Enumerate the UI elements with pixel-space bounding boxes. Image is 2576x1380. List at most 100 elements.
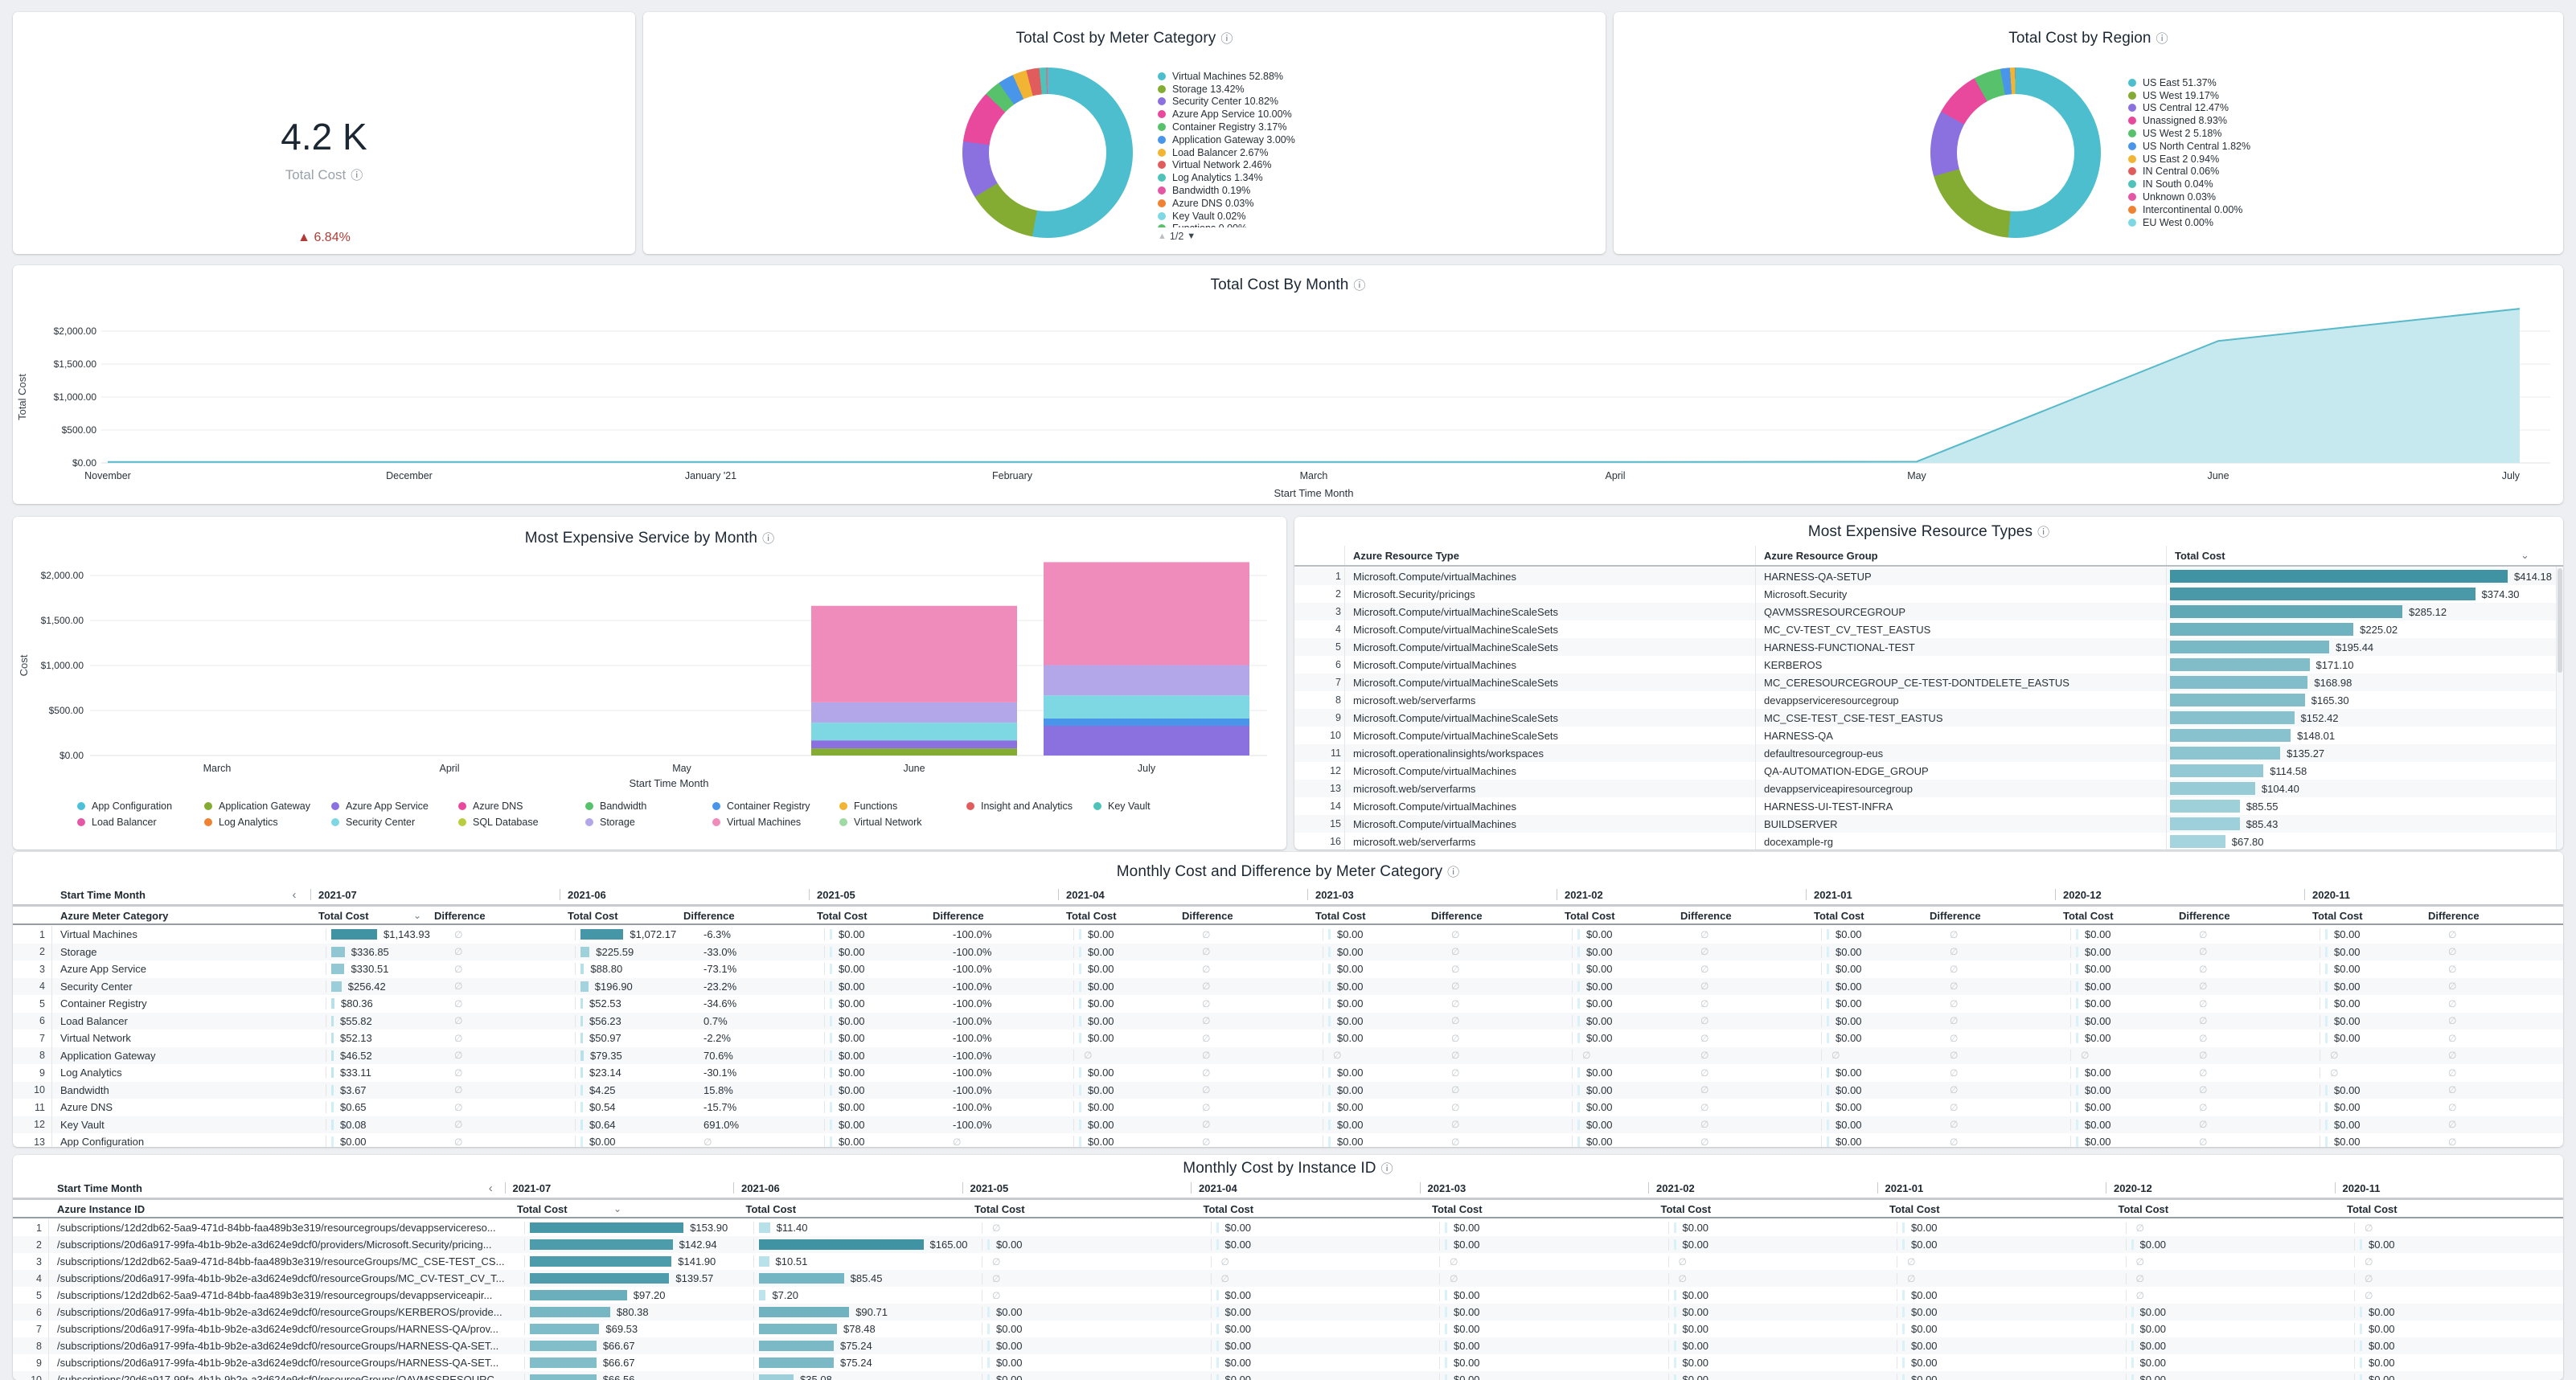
- legend-item[interactable]: Container Registry 3.17%: [1158, 121, 1295, 133]
- service-by-month-chart[interactable]: $0.00$500.00$1,000.00$1,500.00$2,000.00M…: [13, 517, 1286, 787]
- scrollbar-thumb[interactable]: [2558, 568, 2562, 673]
- legend-item[interactable]: Load Balancer 2.67%: [1158, 146, 1295, 159]
- total-cost-header[interactable]: Total Cost: [1196, 1203, 1300, 1215]
- difference-header[interactable]: Difference: [1909, 910, 1981, 922]
- service-legend-item[interactable]: Azure App Service: [331, 800, 429, 813]
- legend-item[interactable]: Azure DNS 0.03%: [1158, 197, 1295, 210]
- legend-item[interactable]: Bandwidth 0.19%: [1158, 184, 1295, 197]
- service-legend-item[interactable]: Log Analytics: [204, 816, 278, 829]
- difference-header[interactable]: Difference: [1161, 910, 1233, 922]
- total-cost-header[interactable]: Total Cost: [809, 910, 912, 922]
- total-cost-cell: $67.80: [2167, 835, 2563, 848]
- legend-page-down-icon[interactable]: ▼: [1187, 231, 1196, 241]
- service-legend-item[interactable]: Application Gateway: [204, 800, 310, 813]
- total-cost-header[interactable]: Total Cost: [1424, 1203, 1528, 1215]
- months-scroll-left-icon[interactable]: ‹: [477, 1181, 505, 1195]
- difference-header[interactable]: Difference: [1659, 910, 1732, 922]
- service-legend-item[interactable]: SQL Database: [458, 816, 539, 829]
- difference-header[interactable]: Difference: [1410, 910, 1483, 922]
- info-icon[interactable]: ⓘ: [2156, 32, 2168, 46]
- legend-item[interactable]: US North Central 1.82%: [2128, 140, 2250, 153]
- service-legend-item[interactable]: Virtual Machines: [712, 816, 801, 829]
- months-scroll-left-icon[interactable]: ‹: [278, 888, 310, 902]
- legend-item[interactable]: US Central 12.47%: [2128, 102, 2250, 115]
- legend-item[interactable]: Log Analytics 1.34%: [1158, 171, 1295, 184]
- total-cost-header[interactable]: Total Cost: [1653, 1203, 1758, 1215]
- service-legend-item[interactable]: Load Balancer: [77, 816, 157, 829]
- legend-item[interactable]: Security Center 10.82%: [1158, 96, 1295, 109]
- column-header-resource-type[interactable]: Azure Resource Type: [1345, 550, 1755, 562]
- info-icon[interactable]: ⓘ: [2037, 526, 2049, 539]
- legend-item[interactable]: Virtual Network 2.46%: [1158, 159, 1295, 172]
- legend-item[interactable]: IN South 0.04%: [2128, 178, 2250, 190]
- legend-item[interactable]: US East 2 0.94%: [2128, 153, 2250, 166]
- total-cost-header[interactable]: Total Cost: [1806, 910, 1909, 922]
- service-legend-item[interactable]: Storage: [585, 816, 635, 829]
- legend-item[interactable]: Application Gateway 3.00%: [1158, 133, 1295, 146]
- total-cost-header[interactable]: Total Cost: [738, 1203, 843, 1215]
- legend-item[interactable]: Virtual Machines 52.88%: [1158, 70, 1295, 83]
- legend-item[interactable]: Unknown 0.03%: [2128, 190, 2250, 203]
- legend-dot: [1158, 97, 1166, 105]
- cost-value: $196.90: [595, 981, 633, 993]
- info-icon[interactable]: ⓘ: [1447, 866, 1459, 879]
- scrollbar-track[interactable]: [2556, 567, 2563, 850]
- total-cost-cell: $0.00: [825, 1136, 940, 1147]
- legend-item[interactable]: US West 19.17%: [2128, 89, 2250, 102]
- legend-item[interactable]: Functions 0.00%: [1158, 223, 1295, 227]
- legend-item[interactable]: EU West 0.00%: [2128, 216, 2250, 229]
- legend-item[interactable]: Unassigned 8.93%: [2128, 114, 2250, 127]
- info-icon[interactable]: ⓘ: [351, 169, 363, 182]
- month-cell-group: $0.00: [1668, 1289, 1897, 1301]
- total-cost-cell: $0.00: [2320, 928, 2435, 940]
- header-divider: [1294, 565, 2563, 567]
- month-cell-group: $0.00∅: [2320, 981, 2563, 993]
- service-legend-item[interactable]: Azure DNS: [458, 800, 523, 813]
- total-cost-header[interactable]: Total Cost: [1557, 910, 1659, 922]
- legend-item[interactable]: Azure App Service 10.00%: [1158, 108, 1295, 121]
- cost-bar: [759, 1290, 766, 1300]
- info-icon[interactable]: ⓘ: [1220, 32, 1233, 46]
- service-legend-item[interactable]: Container Registry: [712, 800, 810, 813]
- total-cost-header[interactable]: Total Cost: [1307, 910, 1410, 922]
- difference-header[interactable]: Difference: [2158, 910, 2230, 922]
- legend-item[interactable]: US West 2 5.18%: [2128, 127, 2250, 140]
- difference-header[interactable]: Difference: [662, 910, 735, 922]
- legend-item[interactable]: Key Vault 0.02%: [1158, 210, 1295, 223]
- difference-header[interactable]: Difference: [912, 910, 984, 922]
- total-cost-header[interactable]: Total Cost: [1881, 1203, 1986, 1215]
- legend-item[interactable]: Intercontinental 0.00%: [2128, 203, 2250, 216]
- info-icon[interactable]: ⓘ: [1381, 1162, 1393, 1176]
- sort-chevron-icon[interactable]: ⌄: [613, 1203, 625, 1214]
- service-legend-item[interactable]: Key Vault: [1093, 800, 1151, 813]
- service-legend-item[interactable]: Insight and Analytics: [966, 800, 1073, 813]
- difference-header[interactable]: Difference: [425, 910, 486, 922]
- total-cost-header[interactable]: Total Cost: [310, 910, 413, 922]
- service-legend-item[interactable]: Virtual Network: [839, 816, 922, 829]
- total-cost-header[interactable]: Total Cost: [2339, 1203, 2443, 1215]
- sort-chevron-icon[interactable]: ⌄: [2521, 549, 2529, 562]
- legend-item[interactable]: Storage 13.42%: [1158, 83, 1295, 96]
- total-cost-header[interactable]: Total Cost: [966, 1203, 1071, 1215]
- sort-chevron-icon[interactable]: ⌄: [413, 910, 425, 921]
- total-cost-header[interactable]: Total Cost: [2055, 910, 2158, 922]
- service-legend-item[interactable]: Security Center: [331, 816, 415, 829]
- service-legend-item[interactable]: Functions: [839, 800, 897, 813]
- difference-header[interactable]: Difference: [2407, 910, 2480, 922]
- column-header-total-cost[interactable]: Total Cost: [2167, 550, 2521, 562]
- service-legend-item[interactable]: App Configuration: [77, 800, 172, 813]
- null-value: ∅: [2448, 1050, 2456, 1061]
- total-cost-header[interactable]: Total Cost: [2304, 910, 2407, 922]
- legend-page-up-icon[interactable]: ▲: [1158, 231, 1167, 241]
- service-legend-item[interactable]: Bandwidth: [585, 800, 646, 813]
- legend-item[interactable]: IN Central 0.06%: [2128, 166, 2250, 178]
- total-cost-header[interactable]: Total Cost: [560, 910, 662, 922]
- total-cost-header[interactable]: Total Cost: [509, 1203, 613, 1215]
- total-cost-header[interactable]: Total Cost: [2110, 1203, 2215, 1215]
- month-cell-group: $75.24: [753, 1340, 982, 1352]
- total-cost-by-month-chart[interactable]: $0.00$500.00$1,000.00$1,500.00$2,000.00N…: [13, 265, 2563, 504]
- column-header-resource-group[interactable]: Azure Resource Group: [1756, 550, 2166, 562]
- cost-value: $0.00: [340, 1136, 367, 1147]
- legend-item[interactable]: US East 51.37%: [2128, 76, 2250, 89]
- total-cost-header[interactable]: Total Cost: [1058, 910, 1161, 922]
